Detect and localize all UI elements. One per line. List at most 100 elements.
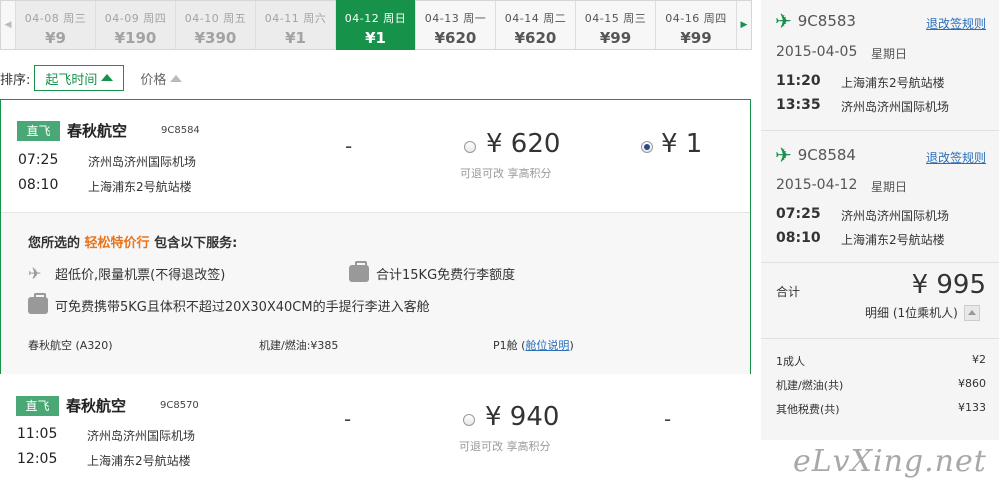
refund-rules-link[interactable]: 退改签规则 xyxy=(926,149,986,166)
date-price: ¥390 xyxy=(194,29,237,47)
flight-card-selected: 直飞 春秋航空 9C8584 07:25 济州岛济州国际机场 08:10 上海浦… xyxy=(0,99,751,374)
flight-number: 9C8584 xyxy=(161,125,200,136)
date-label: 04-10 周五 xyxy=(184,12,247,25)
fee-label: 其他税费(共) xyxy=(776,403,840,416)
date-label: 04-08 周三 xyxy=(24,12,87,25)
aircraft-type: 春秋航空 (A320) xyxy=(28,339,113,352)
fuel-tax: 机建/燃油:¥385 xyxy=(259,339,339,352)
fare-service-panel: 您所选的 轻松特价行 包含以下服务: ✈ 超低价,限量机票(不得退改签) 合计1… xyxy=(1,212,750,374)
sort-by-time-label: 起飞时间 xyxy=(45,72,98,88)
date-cell[interactable]: 04-15 周三 ¥99 xyxy=(576,1,656,49)
date-cell[interactable]: 04-11 周六 ¥1 xyxy=(256,1,336,49)
date-price: ¥190 xyxy=(114,29,157,47)
sort-bar: 排序: 起飞时间 价格 xyxy=(0,64,183,92)
date-cell[interactable]: 04-13 周一 ¥620 xyxy=(416,1,496,49)
segment-departure-airport: 上海浦东2号航站楼 xyxy=(841,76,945,90)
fare-conditions: 可退可改 享高积分 xyxy=(460,167,552,180)
segment-departure-time: 07:25 xyxy=(776,206,821,222)
total-price: ¥ 995 xyxy=(911,270,986,300)
fare-radio-selected[interactable] xyxy=(641,141,653,153)
segment-flight-number: 9C8583 xyxy=(797,12,856,30)
total-label: 合计 xyxy=(776,285,801,299)
fare-price: ¥ 1 xyxy=(661,129,703,159)
departure-time: 07:25 xyxy=(18,152,59,168)
segment-weekday: 星期日 xyxy=(871,47,908,61)
collapse-detail-button[interactable] xyxy=(963,304,980,321)
fee-row: 1成人 ¥2 xyxy=(776,353,986,369)
refund-rules-link[interactable]: 退改签规则 xyxy=(926,15,986,32)
date-cell[interactable]: 04-09 周四 ¥190 xyxy=(96,1,176,49)
date-label: 04-11 周六 xyxy=(264,12,327,25)
fare-price: ¥ 620 xyxy=(486,129,561,159)
date-price: ¥620 xyxy=(434,29,477,47)
departure-time: 11:05 xyxy=(17,426,58,442)
prev-dates-arrow-icon[interactable]: ◀ xyxy=(1,1,16,49)
date-cell[interactable]: 04-08 周三 ¥9 xyxy=(16,1,96,49)
no-refund-plane-icon: ✈ xyxy=(28,264,42,283)
date-cell[interactable]: 04-14 周二 ¥620 xyxy=(496,1,576,49)
date-price: ¥9 xyxy=(45,29,66,47)
service-item: ✈ 超低价,限量机票(不得退改签) xyxy=(28,264,226,283)
segment-departure-time: 11:20 xyxy=(776,73,821,89)
fee-value: ¥133 xyxy=(958,401,986,414)
fare-unavailable: - xyxy=(345,134,353,158)
airline-name: 春秋航空 xyxy=(66,397,127,415)
segment-flight-number: 9C8584 xyxy=(797,146,856,164)
sort-by-price-label: 价格 xyxy=(140,72,167,88)
fee-value: ¥2 xyxy=(972,353,986,366)
fare-type-name: 轻松特价行 xyxy=(84,236,150,251)
date-price: ¥1 xyxy=(285,29,306,47)
arrival-airport: 上海浦东2号航站楼 xyxy=(88,180,192,194)
fare-unavailable: - xyxy=(664,407,672,431)
sort-label: 排序: xyxy=(0,72,31,88)
luggage-icon xyxy=(349,261,369,282)
departure-airport: 济州岛济州国际机场 xyxy=(88,155,197,169)
price-detail-label: 明细 (1位乘机人) xyxy=(865,306,958,320)
date-label: 04-13 周一 xyxy=(424,12,487,25)
site-watermark: eLvXing.net xyxy=(793,444,987,479)
service-item: 可免费携带5KG且体积不超过20X30X40CM的手提行李进入客舱 xyxy=(28,293,430,315)
direct-flight-badge: 直飞 xyxy=(17,121,60,141)
arrival-time: 12:05 xyxy=(17,451,58,467)
chevron-up-icon xyxy=(967,310,976,315)
segment-arrival-airport: 上海浦东2号航站楼 xyxy=(841,233,945,247)
service-item: 合计15KG免费行李额度 xyxy=(349,261,515,283)
cabin-info-link[interactable]: 舱位说明 xyxy=(525,339,569,352)
fare-price: ¥ 940 xyxy=(485,402,560,432)
fare-conditions: 可退可改 享高积分 xyxy=(459,440,551,453)
sort-up-icon xyxy=(101,73,114,81)
date-label: 04-16 周四 xyxy=(665,12,727,25)
fare-radio[interactable] xyxy=(464,141,476,153)
flight-booking-page: ◀ 04-08 周三 ¥9 04-09 周四 ¥190 04-10 周五 ¥39… xyxy=(0,0,999,492)
booking-summary-panel: ✈ 9C8583 退改签规则 2015-04-05 星期日 11:20 上海浦东… xyxy=(761,0,999,440)
date-price: ¥99 xyxy=(599,29,632,47)
date-price: ¥99 xyxy=(680,29,712,47)
direct-flight-badge: 直飞 xyxy=(16,396,59,416)
segment-header: ✈ 9C8584 xyxy=(775,145,856,165)
airline-name: 春秋航空 xyxy=(67,122,128,140)
date-cell[interactable]: 04-16 周四 ¥99 xyxy=(656,1,736,49)
sort-by-time-button[interactable]: 起飞时间 xyxy=(34,65,125,91)
date-price: ¥1 xyxy=(365,29,386,47)
date-cell-selected[interactable]: 04-12 周日 ¥1 xyxy=(336,0,416,50)
divider xyxy=(761,130,999,131)
luggage-icon xyxy=(28,293,48,314)
divider xyxy=(761,338,999,339)
date-price: ¥620 xyxy=(514,29,557,47)
fee-row: 机建/燃油(共) ¥860 xyxy=(776,377,986,393)
segment-arrival-airport: 济州岛济州国际机场 xyxy=(841,100,950,114)
date-list: 04-08 周三 ¥9 04-09 周四 ¥190 04-10 周五 ¥390 … xyxy=(16,0,736,50)
sort-by-price-button[interactable]: 价格 xyxy=(140,69,183,88)
fee-value: ¥860 xyxy=(958,377,986,390)
segment-date: 2015-04-05 xyxy=(776,44,858,60)
segment-weekday: 星期日 xyxy=(871,180,908,194)
date-cell[interactable]: 04-10 周五 ¥390 xyxy=(176,1,256,49)
flight-card: 直飞 春秋航空 9C8570 11:05 济州岛济州国际机场 12:05 上海浦… xyxy=(0,386,751,492)
plane-icon: ✈ xyxy=(775,9,792,33)
fare-radio[interactable] xyxy=(463,414,475,426)
arrival-airport: 上海浦东2号航站楼 xyxy=(87,454,191,468)
price-detail: 明细 (1位乘机人) xyxy=(865,304,980,321)
departure-airport: 济州岛济州国际机场 xyxy=(87,429,196,443)
segment-arrival-time: 13:35 xyxy=(776,97,821,113)
next-dates-arrow-icon[interactable]: ▶ xyxy=(736,1,751,49)
